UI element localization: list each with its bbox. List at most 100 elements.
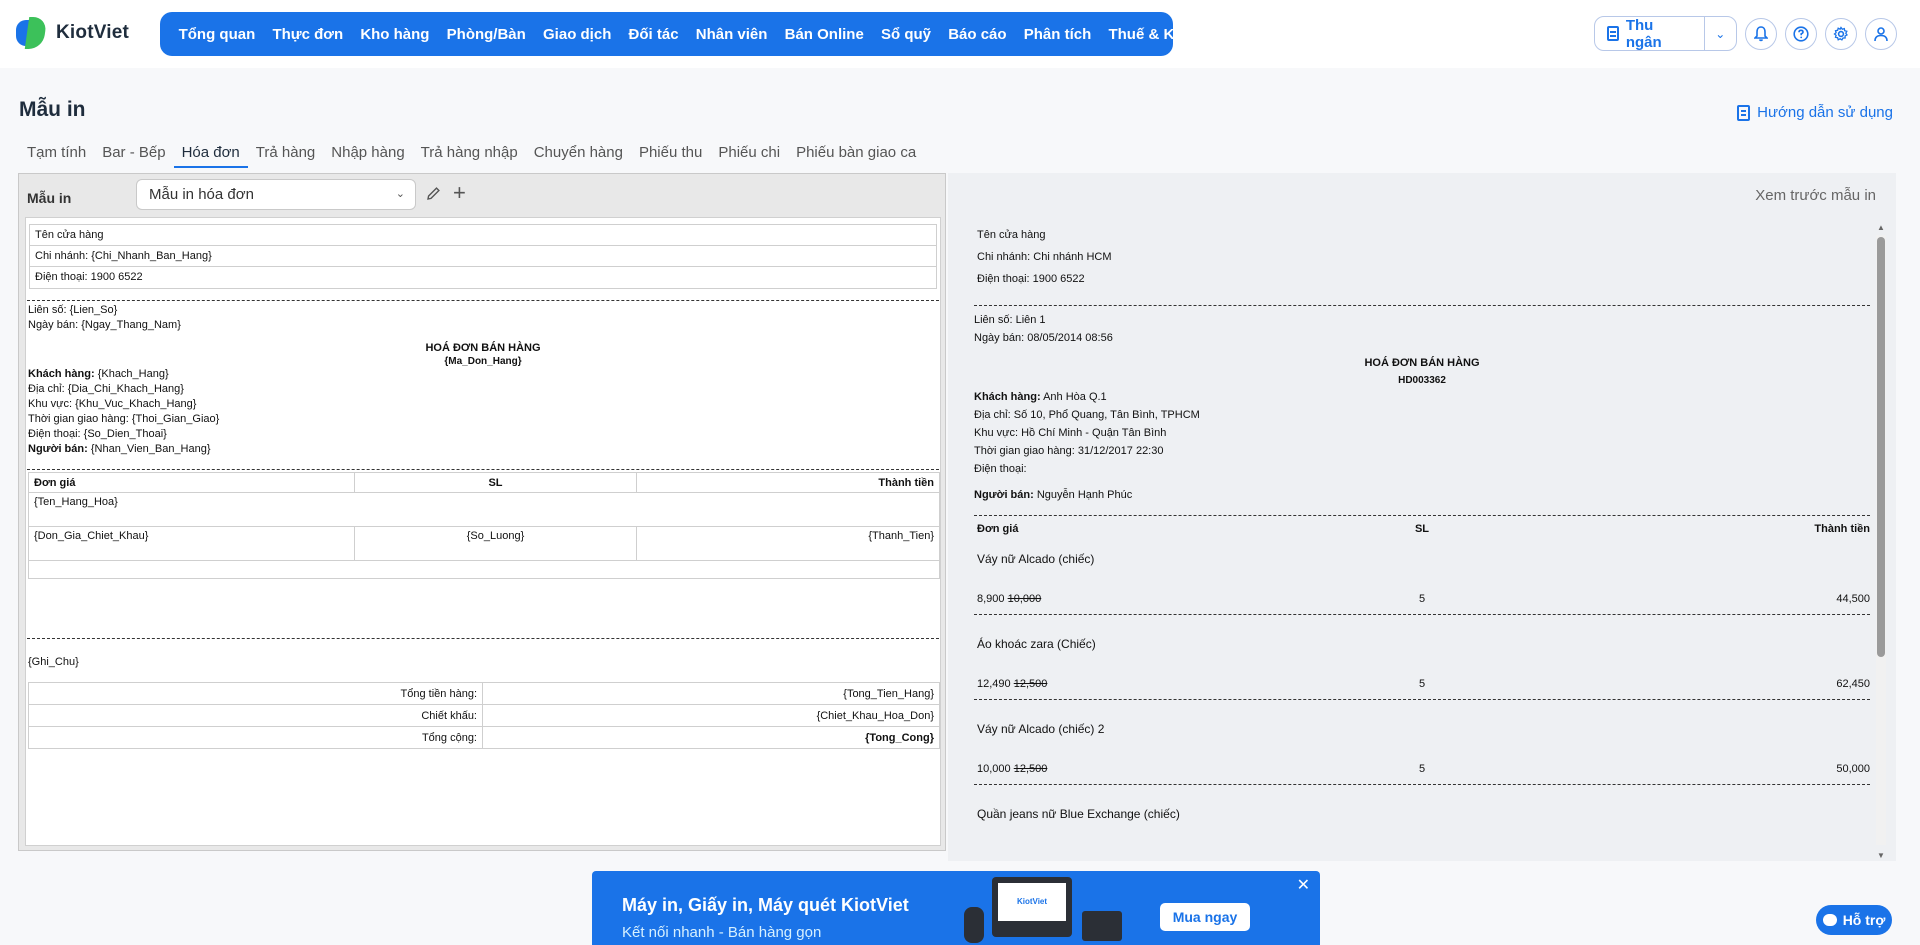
divider: [27, 469, 939, 470]
template-label: Mẫu in: [27, 190, 72, 206]
customer-address: Địa chỉ: {Dia_Chi_Khach_Hang}: [28, 383, 184, 395]
pv-item-total: 62,450: [1836, 678, 1870, 690]
nav-item-doi-tac[interactable]: Đối tác: [620, 26, 687, 43]
item-total-cell: {Thanh_Tien}: [636, 526, 940, 561]
invoice-code: {Ma_Don_Hang}: [444, 356, 522, 367]
summary-label: Tổng cộng:: [28, 726, 483, 749]
order-note: {Ghi_Chu}: [28, 656, 79, 668]
preview-document[interactable]: Tên cửa hàng Chi nhánh: Chi nhánh HCM Đi…: [974, 218, 1874, 858]
scanner-image: [964, 907, 984, 943]
tab-phieu-thu[interactable]: Phiếu thu: [631, 138, 710, 168]
pv-item-qty: 5: [1418, 763, 1426, 775]
divider: [27, 638, 939, 639]
invoice-title: HOÁ ĐƠN BÁN HÀNG: [425, 342, 541, 354]
document-icon: [1607, 26, 1619, 41]
kiotviet-logo-icon: [14, 17, 48, 49]
store-branch: Chi nhánh: {Chi_Nhanh_Ban_Hang}: [30, 246, 936, 267]
help-button[interactable]: [1785, 18, 1817, 50]
pv-item-name: Áo khoác zara (Chiếc): [977, 637, 1096, 651]
nav-item-nhan-vien[interactable]: Nhân viên: [687, 26, 776, 43]
scroll-up-icon[interactable]: ▲: [1877, 223, 1885, 232]
summary-value: {Chiet_Khau_Hoa_Don}: [482, 704, 940, 727]
table-row: {Ten_Hang_Hoa}: [28, 492, 940, 527]
tab-tra-hang-nhap[interactable]: Trả hàng nhập: [413, 138, 526, 168]
item-qty-cell: {So_Luong}: [354, 526, 637, 561]
customer-label: Khách hàng:: [28, 368, 95, 380]
template-editor: Mẫu in Mẫu in hóa đơn ⌄ + Tên cửa hàng C…: [18, 173, 946, 851]
pv-item-name: Váy nữ Alcado (chiếc): [977, 552, 1095, 566]
nav-item-so-quy[interactable]: Sổ quỹ: [872, 26, 939, 43]
pv-delivery-time: Thời gian giao hàng: 31/12/2017 22:30: [974, 445, 1164, 457]
buy-now-button[interactable]: Mua ngay: [1160, 903, 1250, 931]
seller-line: Người bán: {Nhan_Vien_Ban_Hang}: [28, 443, 211, 455]
nav-item-ban-online[interactable]: Bán Online: [776, 26, 872, 43]
summary-table: Tổng tiền hàng: {Tong_Tien_Hang} Chiết k…: [28, 682, 940, 749]
divider: [974, 515, 1870, 516]
pv-lien-so: Liên số: Liên 1: [974, 314, 1046, 326]
pv-item-total: 50,000: [1836, 763, 1870, 775]
table-row: [28, 560, 940, 579]
printer-image: [1082, 911, 1122, 941]
divider: [974, 614, 1870, 615]
nav-item-thue-ke-toan[interactable]: Thuế & Kế toán: [1100, 26, 1227, 43]
pv-invoice-title: HOÁ ĐƠN BÁN HÀNG: [1364, 357, 1480, 369]
cashier-dropdown[interactable]: ⌄: [1705, 27, 1736, 41]
pv-customer-line: Khách hàng: Anh Hòa Q.1: [974, 391, 1107, 403]
nav-item-phong-ban[interactable]: Phòng/Bàn: [438, 26, 534, 43]
tab-hoa-don[interactable]: Hóa đơn: [173, 138, 248, 168]
pv-customer-address: Địa chỉ: Số 10, Phổ Quang, Tân Bình, TPH…: [974, 409, 1200, 421]
scroll-thumb[interactable]: [1877, 237, 1885, 657]
close-icon[interactable]: ✕: [1297, 875, 1310, 895]
settings-button[interactable]: [1825, 18, 1857, 50]
table-row: {Don_Gia_Chiet_Khau} {So_Luong} {Thanh_T…: [28, 526, 940, 561]
book-icon: [1737, 104, 1751, 121]
col-price-header: Đơn giá: [28, 472, 355, 493]
scroll-down-icon[interactable]: ▼: [1877, 851, 1885, 860]
preview-scrollbar[interactable]: ▲ ▼: [1876, 223, 1886, 861]
account-button[interactable]: [1865, 18, 1897, 50]
nav-item-bao-cao[interactable]: Báo cáo: [940, 26, 1016, 43]
nav-item-thuc-don[interactable]: Thực đơn: [264, 26, 352, 43]
divider: [974, 784, 1870, 785]
tab-phieu-chi[interactable]: Phiếu chi: [710, 138, 788, 168]
divider: [974, 305, 1870, 306]
nav-item-phan-tich[interactable]: Phân tích: [1015, 26, 1100, 43]
template-select[interactable]: Mẫu in hóa đơn ⌄: [136, 179, 416, 210]
user-guide-label: Hướng dẫn sử dụng: [1757, 104, 1893, 121]
summary-row: Tổng tiền hàng: {Tong_Tien_Hang}: [28, 682, 940, 705]
pencil-icon[interactable]: [426, 186, 442, 202]
nav-item-kho-hang[interactable]: Kho hàng: [352, 26, 438, 43]
promo-banner[interactable]: Máy in, Giấy in, Máy quét KiotViet Kết n…: [592, 871, 1320, 945]
template-select-value: Mẫu in hóa đơn: [149, 186, 254, 203]
empty-cell: [28, 560, 940, 579]
divider: [974, 699, 1870, 700]
notifications-button[interactable]: [1745, 18, 1777, 50]
pv-item-qty: 5: [1418, 593, 1426, 605]
pv-customer-label: Khách hàng:: [974, 391, 1041, 403]
pv-seller-line: Người bán: Nguyễn Hạnh Phúc: [974, 489, 1132, 501]
tab-bar-bep[interactable]: Bar - Bếp: [94, 138, 173, 168]
summary-row: Tổng cộng: {Tong_Cong}: [28, 726, 940, 749]
table-header-row: Đơn giá SL Thành tiền: [28, 472, 940, 493]
user-guide-link[interactable]: Hướng dẫn sử dụng: [1737, 104, 1893, 121]
nav-item-giao-dich[interactable]: Giao dịch: [534, 26, 620, 43]
customer-phone: Điện thoại: {So_Dien_Thoai}: [28, 428, 167, 440]
kiotviet-logo[interactable]: KiotViet: [14, 17, 129, 49]
pv-sale-date: Ngày bán: 08/05/2014 08:56: [974, 332, 1113, 344]
delivery-time: Thời gian giao hàng: {Thoi_Gian_Giao}: [28, 413, 220, 425]
plus-icon[interactable]: +: [453, 180, 466, 206]
tab-chuyen-hang[interactable]: Chuyển hàng: [526, 138, 631, 168]
support-button[interactable]: Hỗ trợ: [1816, 905, 1892, 935]
cashier-button[interactable]: Thu ngân: [1595, 17, 1705, 51]
nav-item-tong-quan[interactable]: Tổng quan: [170, 26, 264, 43]
tab-nhap-hang[interactable]: Nhập hàng: [323, 138, 412, 168]
tab-tra-hang[interactable]: Trả hàng: [248, 138, 323, 168]
tab-tam-tinh[interactable]: Tạm tính: [19, 138, 94, 168]
promo-headline: Máy in, Giấy in, Máy quét KiotViet: [622, 895, 909, 915]
page-title: Mẫu in: [19, 98, 86, 121]
tab-phieu-ban-giao-ca[interactable]: Phiếu bàn giao ca: [788, 138, 924, 168]
summary-row: Chiết khấu: {Chiet_Khau_Hoa_Don}: [28, 704, 940, 727]
top-bar: KiotViet Tổng quan Thực đơn Kho hàng Phò…: [0, 0, 1920, 68]
template-tabs: Tạm tính Bar - Bếp Hóa đơn Trả hàng Nhập…: [19, 138, 924, 168]
template-canvas[interactable]: Tên cửa hàng Chi nhánh: {Chi_Nhanh_Ban_H…: [25, 217, 941, 846]
